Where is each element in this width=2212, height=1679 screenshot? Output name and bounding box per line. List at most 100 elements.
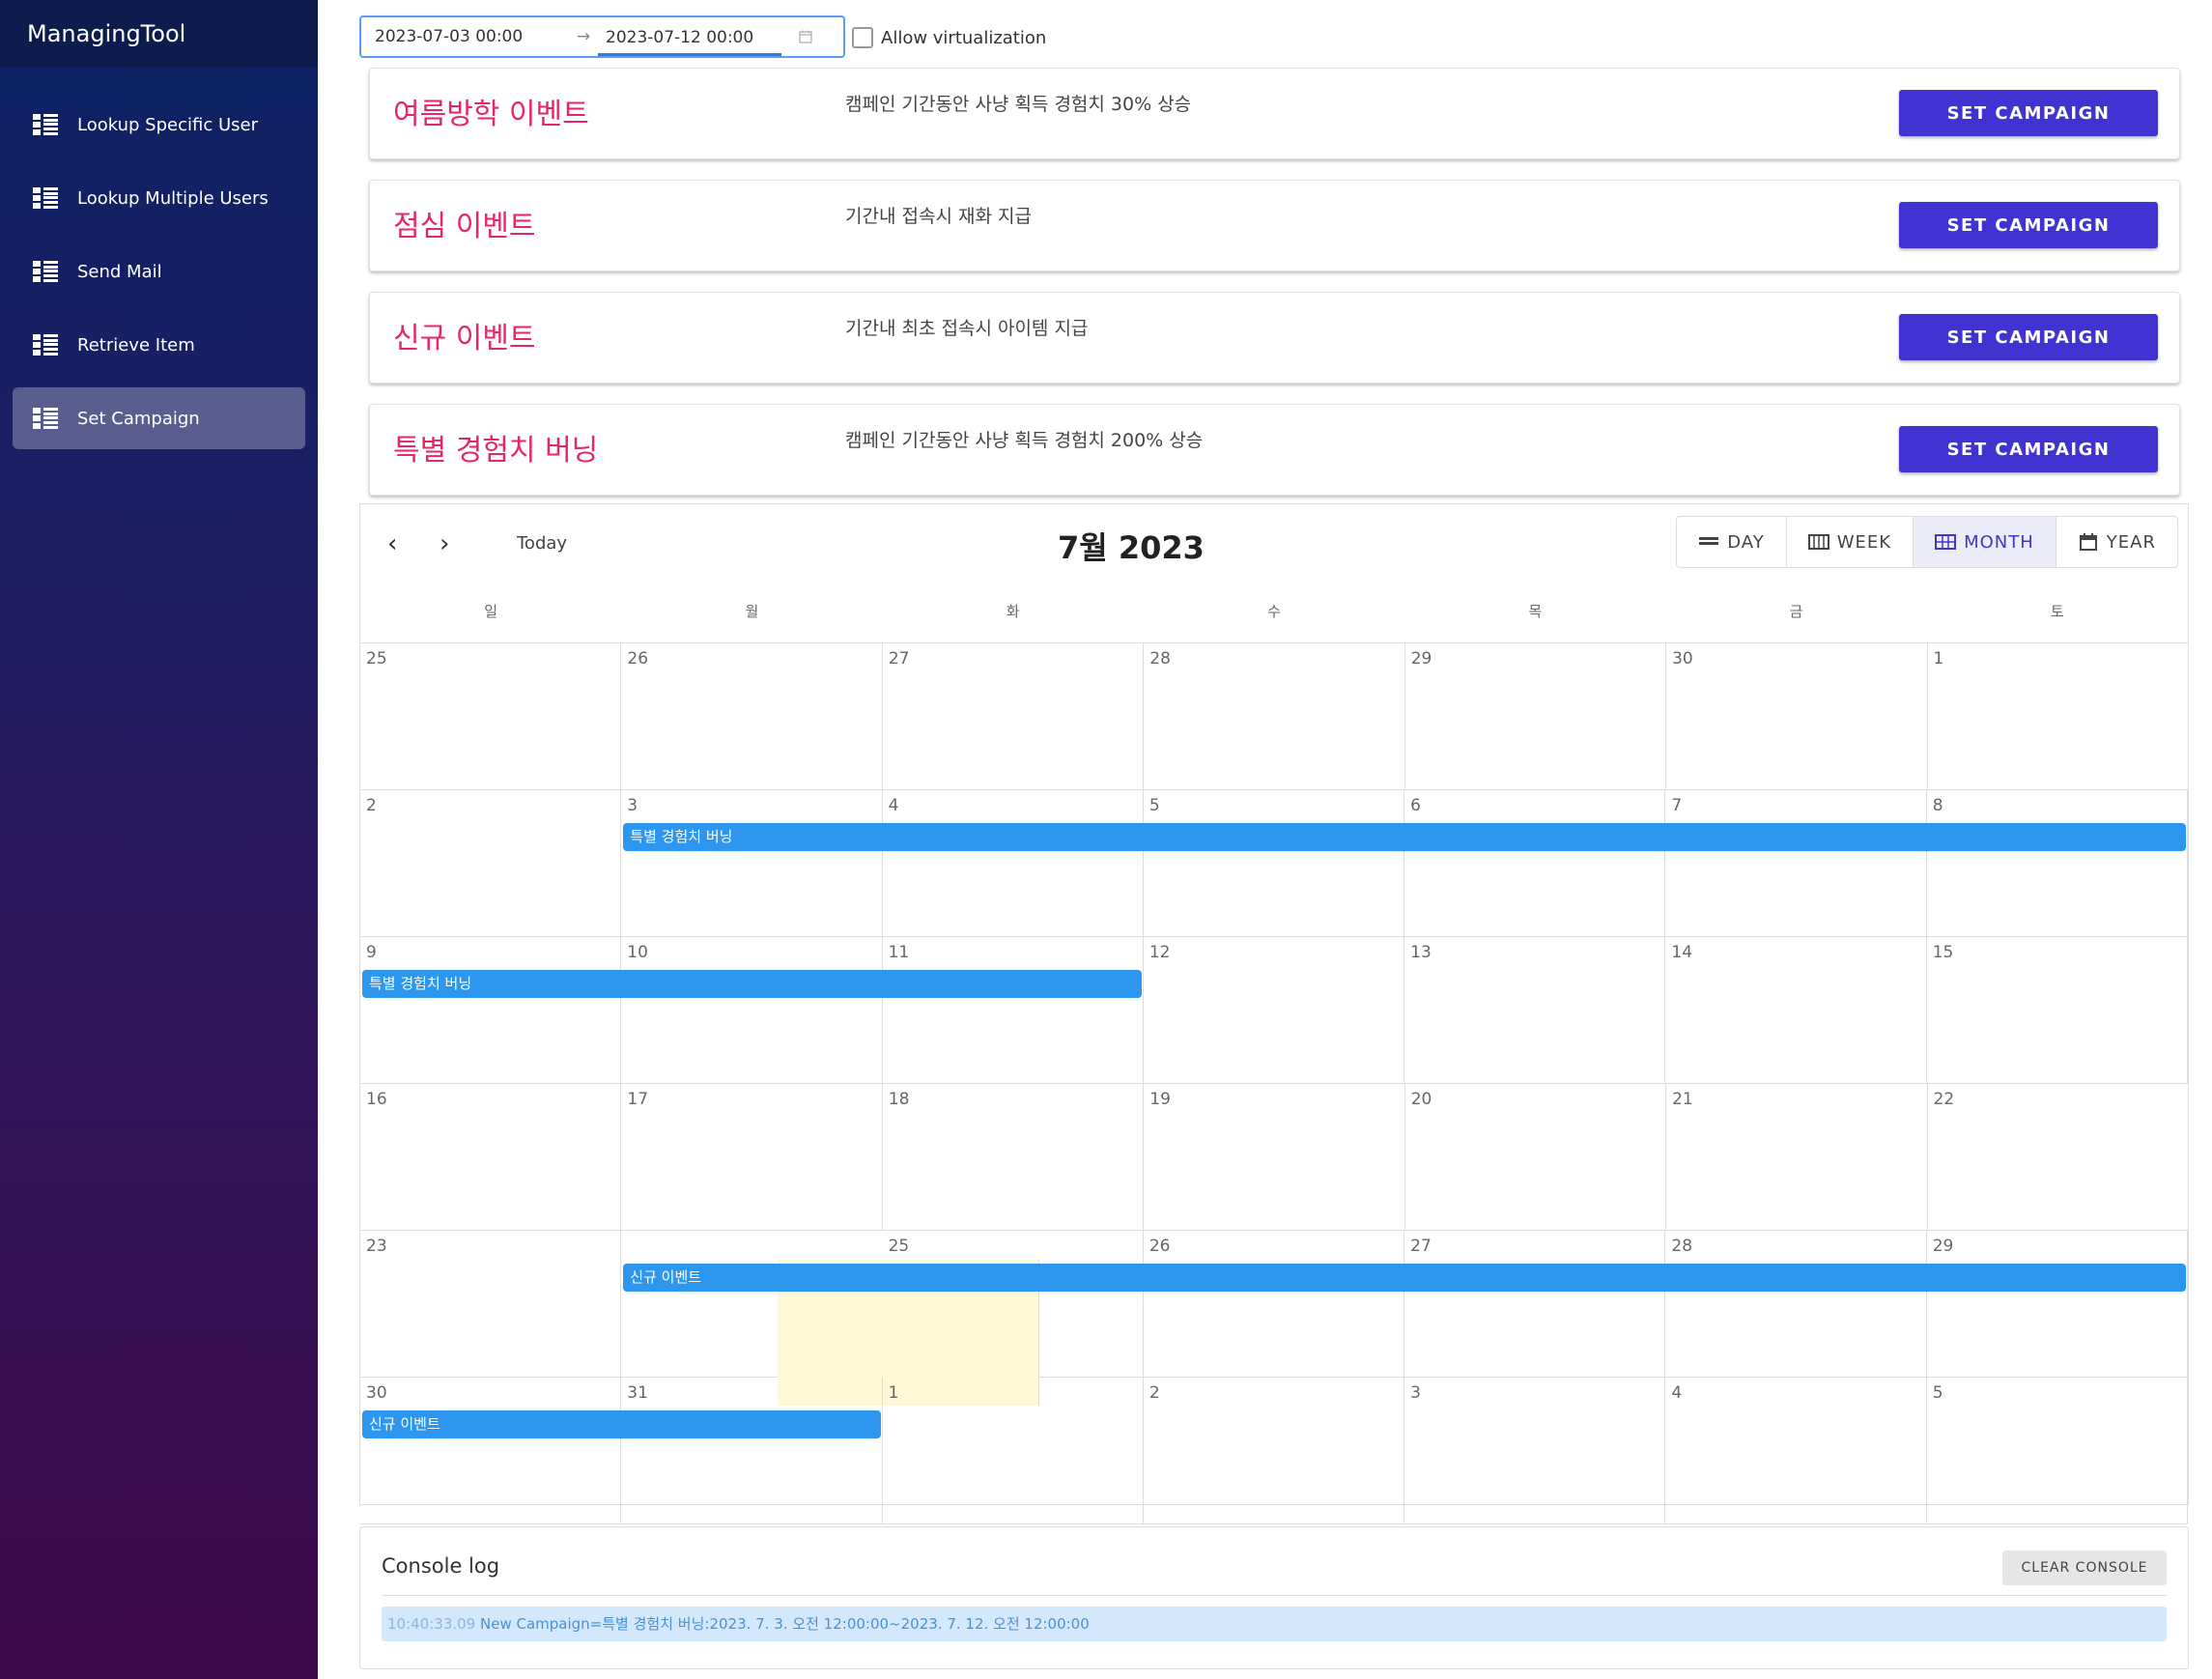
day-number: 14 <box>1671 943 1693 962</box>
day-cell[interactable]: 12 <box>1144 937 1405 1083</box>
day-number: 21 <box>1672 1090 1693 1109</box>
set-campaign-button[interactable]: SET CAMPAIGN <box>1899 90 2158 136</box>
day-number: 4 <box>1671 1383 1683 1403</box>
weekday-header: 일 월 화 수 목 금 토 <box>360 580 2188 643</box>
day-number: 29 <box>1932 1237 1954 1256</box>
calendar-event[interactable]: 신규 이벤트 <box>623 1264 2186 1292</box>
day-cell[interactable]: 20 <box>1405 1084 1667 1230</box>
day-cell[interactable]: 25 <box>360 643 622 789</box>
day-cell[interactable]: 26 <box>1144 1231 1405 1377</box>
calendar-icon[interactable] <box>799 30 812 43</box>
console-panel: Console log CLEAR CONSOLE 10:40:33.09 Ne… <box>359 1526 2189 1669</box>
day-cell[interactable]: 31 <box>621 1378 883 1523</box>
day-cell[interactable]: 5 <box>1927 1378 2188 1523</box>
list-icon <box>33 114 58 135</box>
day-cell[interactable]: 27 <box>883 643 1145 789</box>
day-number: 26 <box>627 649 649 669</box>
day-number: 25 <box>888 1237 910 1256</box>
day-cell[interactable]: 18 <box>883 1084 1145 1230</box>
log-entry: 10:40:33.09 New Campaign=특별 경험치 버닝:2023.… <box>382 1607 2167 1641</box>
day-cell[interactable]: 28 <box>1144 643 1405 789</box>
day-number: 28 <box>1149 649 1171 669</box>
today-button[interactable]: Today <box>517 533 567 554</box>
view-month-button[interactable]: MONTH <box>1914 517 2056 567</box>
clear-console-button[interactable]: CLEAR CONSOLE <box>2002 1551 2167 1585</box>
day-number: 15 <box>1932 943 1954 962</box>
set-campaign-button[interactable]: SET CAMPAIGN <box>1899 314 2158 360</box>
calendar-event[interactable]: 특별 경험치 버닝 <box>623 823 2186 851</box>
day-cell[interactable]: 16 <box>360 1084 622 1230</box>
day-number: 16 <box>366 1090 387 1109</box>
weekday-label: 금 <box>1789 603 1803 620</box>
day-cell[interactable]: 8 <box>1927 790 2188 936</box>
sidebar-item-retrieve-item[interactable]: Retrieve Item <box>13 314 305 376</box>
date-range-picker[interactable]: 2023-07-03 00:00 → 2023-07-12 00:00 <box>359 15 845 58</box>
day-cell[interactable]: 1 <box>1928 643 2188 789</box>
campaign-title: 특별 경험치 버닝 <box>393 434 599 468</box>
day-cell[interactable]: 4 <box>1665 1378 1927 1523</box>
next-month-button[interactable]: › <box>440 529 449 558</box>
log-message: New Campaign=특별 경험치 버닝:2023. 7. 3. 오전 12… <box>480 1615 1090 1633</box>
day-cell[interactable]: 14 <box>1665 937 1927 1083</box>
prev-month-button[interactable]: ‹ <box>387 529 397 558</box>
week-row: 9 10 11 12 13 14 15 특별 경험치 버닝 <box>360 937 2188 1084</box>
day-cell[interactable]: 2 <box>360 790 622 936</box>
day-cell[interactable]: 27 <box>1404 1231 1666 1377</box>
day-number: 30 <box>1672 649 1693 669</box>
weekday-label: 수 <box>1267 603 1281 620</box>
day-cell[interactable]: 23 <box>360 1231 622 1377</box>
day-cell[interactable]: 2 <box>1144 1378 1405 1523</box>
day-cell[interactable]: 28 <box>1665 1231 1927 1377</box>
day-number: 27 <box>888 649 910 669</box>
day-cell[interactable]: 30 <box>360 1378 622 1523</box>
day-cell[interactable]: 25 <box>883 1231 1144 1377</box>
day-cell[interactable]: 22 <box>1928 1084 2188 1230</box>
view-day-button[interactable]: DAY <box>1677 517 1787 567</box>
app-title: ManagingTool <box>0 0 318 67</box>
set-campaign-button[interactable]: SET CAMPAIGN <box>1899 426 2158 472</box>
day-cell[interactable]: 21 <box>1666 1084 1928 1230</box>
day-cell[interactable]: 11 <box>883 937 1144 1083</box>
day-cell[interactable]: 26 <box>621 643 883 789</box>
campaign-description: 기간내 최초 접속시 아이템 지급 <box>845 318 1089 339</box>
day-cell[interactable]: 10 <box>621 937 883 1083</box>
day-cell[interactable]: 29 <box>1927 1231 2188 1377</box>
day-cell[interactable]: 19 <box>1144 1084 1405 1230</box>
weekday-label: 목 <box>1528 603 1543 620</box>
view-label: YEAR <box>2106 531 2156 553</box>
end-date-input[interactable]: 2023-07-12 00:00 <box>598 17 781 56</box>
set-campaign-button[interactable]: SET CAMPAIGN <box>1899 202 2158 248</box>
day-number: 7 <box>1671 796 1683 815</box>
day-number: 28 <box>1671 1237 1693 1256</box>
day-cell[interactable]: 4 <box>883 790 1144 936</box>
day-cell[interactable]: 7 <box>1665 790 1927 936</box>
sidebar-item-lookup-multiple-users[interactable]: Lookup Multiple Users <box>13 167 305 229</box>
day-cell[interactable]: 3 <box>1404 1378 1666 1523</box>
campaign-card: 특별 경험치 버닝 캠페인 기간동안 사냥 획득 경험치 200% 상승 SET… <box>369 404 2180 496</box>
console-divider <box>382 1595 2167 1596</box>
day-cell[interactable]: 5 <box>1144 790 1405 936</box>
day-number: 19 <box>1149 1090 1171 1109</box>
list-icon <box>33 334 58 356</box>
day-cell[interactable]: 17 <box>621 1084 883 1230</box>
day-cell[interactable]: 15 <box>1927 937 2188 1083</box>
day-number: 20 <box>1410 1090 1432 1109</box>
sidebar-item-label: Lookup Specific User <box>77 114 258 135</box>
view-week-button[interactable]: WEEK <box>1787 517 1914 567</box>
calendar-event[interactable]: 신규 이벤트 <box>362 1410 881 1438</box>
sidebar-item-lookup-specific-user[interactable]: Lookup Specific User <box>13 94 305 156</box>
day-cell[interactable]: 3 <box>621 790 883 936</box>
day-cell[interactable]: 1 <box>883 1378 1144 1523</box>
sidebar-item-set-campaign[interactable]: Set Campaign <box>13 387 305 449</box>
day-cell[interactable]: 6 <box>1404 790 1666 936</box>
virtualization-toggle[interactable]: Allow virtualization <box>852 27 1046 48</box>
view-year-button[interactable]: YEAR <box>2056 517 2177 567</box>
day-cell[interactable]: 29 <box>1405 643 1667 789</box>
day-cell[interactable]: 13 <box>1404 937 1666 1083</box>
start-date-input[interactable]: 2023-07-03 00:00 <box>361 27 569 46</box>
virtualization-checkbox[interactable] <box>852 27 873 48</box>
calendar-event[interactable]: 특별 경험치 버닝 <box>362 970 1142 998</box>
day-cell[interactable]: 30 <box>1666 643 1928 789</box>
day-cell[interactable]: 9 <box>360 937 622 1083</box>
sidebar-item-send-mail[interactable]: Send Mail <box>13 241 305 302</box>
